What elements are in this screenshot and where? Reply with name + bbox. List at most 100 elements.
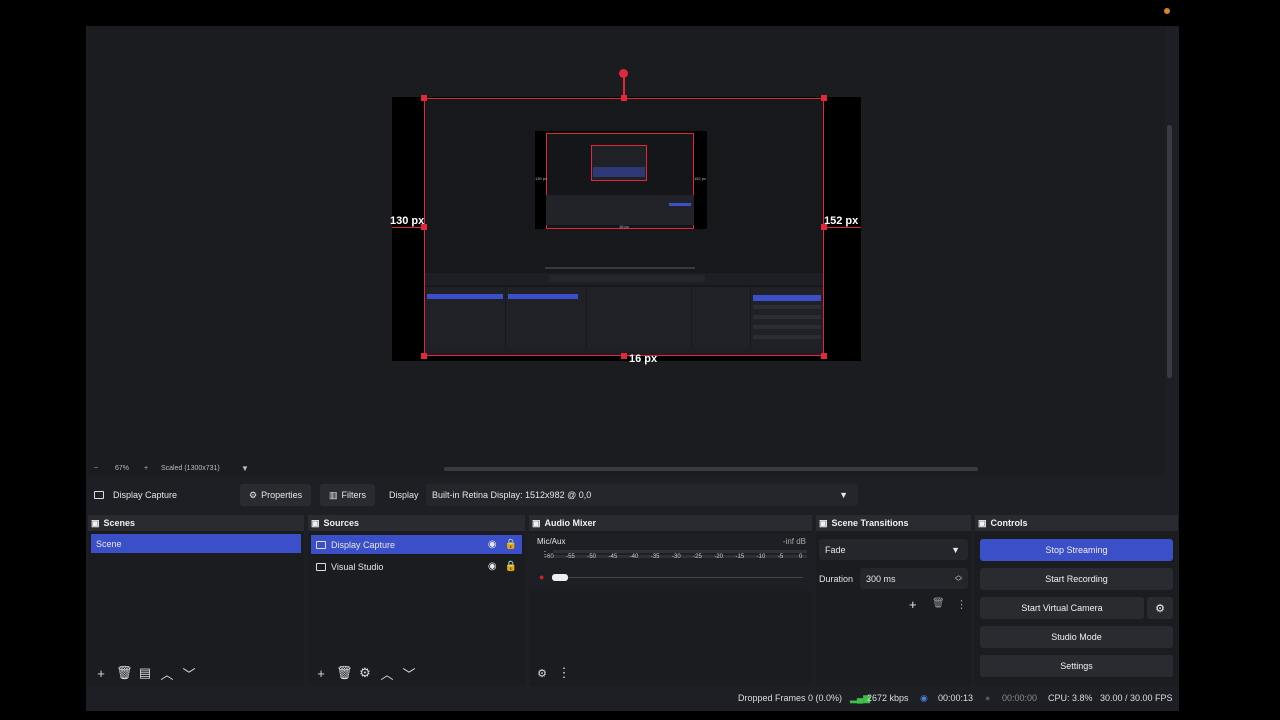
duration-value: 300 ms bbox=[866, 573, 896, 584]
audio-mixer-dock: ▣ Audio Mixer Mic/Aux -inf dB ⋮ -60 -55 -5… bbox=[529, 515, 812, 686]
move-down-icon[interactable]: ﹀ bbox=[402, 664, 416, 683]
transitions-dock-icon: ▣ bbox=[819, 517, 828, 528]
filters-button[interactable]: ▥ Filters bbox=[320, 484, 376, 506]
record-time: 00:00:00 bbox=[1002, 693, 1038, 703]
source-context-bar: Display Capture ⚙ Properties ▥ Filters D… bbox=[88, 480, 1178, 510]
resize-handle-bottom-right[interactable] bbox=[821, 353, 827, 359]
meter-tick-label: -50 bbox=[587, 554, 596, 560]
volume-slider-thumb[interactable] bbox=[552, 574, 568, 581]
remove-scene-icon[interactable]: 🗑 bbox=[116, 665, 133, 681]
captured-stop-streaming bbox=[753, 295, 821, 301]
zoom-in-button[interactable]: + bbox=[144, 465, 148, 472]
meter-tick-label: -40 bbox=[629, 554, 639, 560]
audio-mixer-title: Audio Mixer bbox=[544, 518, 597, 528]
remove-transition-icon[interactable]: 🗑 bbox=[932, 598, 945, 609]
scene-filters-icon[interactable]: ▤ bbox=[138, 665, 152, 681]
captured-source-item bbox=[508, 294, 578, 299]
bitrate: 2672 kbps bbox=[867, 693, 909, 703]
sources-dock-icon: ▣ bbox=[311, 517, 320, 528]
stop-streaming-button[interactable]: Stop Streaming bbox=[980, 539, 1173, 561]
display-capture-source[interactable]: 130 px 152 px 16 px bbox=[424, 98, 824, 356]
preview-vertical-scrollbar[interactable] bbox=[1167, 125, 1172, 378]
move-down-icon[interactable]: ﹀ bbox=[182, 664, 196, 683]
gear-icon: ⚙ bbox=[249, 489, 258, 500]
mixer-menu-icon[interactable]: ⋮ bbox=[557, 665, 571, 681]
meter-tick-label: -5 bbox=[777, 554, 784, 560]
transition-select-value: Fade bbox=[825, 544, 846, 555]
add-scene-icon[interactable]: + bbox=[94, 666, 108, 681]
source-properties-icon[interactable]: ⚙ bbox=[358, 665, 372, 681]
display-label: Display bbox=[389, 490, 419, 500]
resize-handle-bottom-left[interactable] bbox=[421, 353, 427, 359]
start-virtual-camera-button[interactable]: Start Virtual Camera bbox=[980, 597, 1144, 619]
recording-indicator bbox=[1164, 8, 1170, 14]
left-offset-guide bbox=[392, 227, 424, 228]
mute-icon[interactable]: ● bbox=[539, 572, 544, 582]
add-transition-icon[interactable]: + bbox=[909, 597, 917, 612]
resize-handle-top[interactable] bbox=[621, 95, 627, 101]
rotation-handle[interactable] bbox=[619, 69, 628, 78]
controls-title: Controls bbox=[990, 518, 1028, 528]
nested-stream-button bbox=[669, 203, 691, 206]
virtual-camera-settings-icon[interactable]: ⚙ bbox=[1147, 597, 1173, 619]
meter-tick-label: -60 bbox=[545, 554, 554, 560]
scenes-dock-icon: ▣ bbox=[91, 517, 100, 528]
scenes-dock: ▣ Scenes Scene + 🗑 ▤ ︿ ﹀ bbox=[88, 515, 304, 686]
visibility-eye-icon[interactable]: ◉ bbox=[488, 539, 497, 550]
add-source-icon[interactable]: + bbox=[314, 666, 328, 681]
scenes-title: Scenes bbox=[103, 518, 136, 528]
nested-lower-ui bbox=[546, 195, 694, 225]
zoom-level: 67% bbox=[115, 465, 130, 472]
chevron-down-icon: ▼ bbox=[951, 544, 960, 555]
captured-scrollbar bbox=[545, 267, 695, 269]
duration-spinbox[interactable]: 300 ms ︿ ﹀ bbox=[860, 568, 968, 589]
captured-control-row bbox=[753, 315, 821, 319]
meter-tick-label: -10 bbox=[756, 554, 766, 560]
source-item-visual-studio[interactable]: Visual Studio ◉ 🔒 bbox=[311, 557, 522, 576]
captured-display-select bbox=[549, 275, 705, 282]
mixer-toolbar: ⚙ ⋮ bbox=[529, 660, 812, 686]
settings-button[interactable]: Settings bbox=[980, 655, 1173, 677]
zoom-out-button[interactable]: − bbox=[94, 465, 98, 472]
scenes-toolbar: + 🗑 ▤ ︿ ﹀ bbox=[88, 660, 304, 686]
volume-slider-track[interactable] bbox=[553, 577, 803, 578]
meter-tick-label: -55 bbox=[566, 554, 575, 560]
meter-tick-label: -30 bbox=[672, 554, 681, 560]
lock-icon[interactable]: 🔒 bbox=[505, 539, 517, 550]
meter-tick-label: -35 bbox=[650, 554, 660, 560]
transitions-title: Scene Transitions bbox=[831, 518, 909, 528]
sources-toolbar: + 🗑 ⚙ ︿ ﹀ bbox=[308, 660, 525, 686]
monitor-icon bbox=[316, 540, 326, 549]
display-select-value: Built-in Retina Display: 1512x982 @ 0,0 bbox=[432, 490, 592, 500]
move-up-icon[interactable]: ︿ bbox=[160, 664, 174, 683]
properties-button[interactable]: ⚙ Properties bbox=[240, 484, 312, 506]
preview-horizontal-scrollbar[interactable] bbox=[444, 467, 978, 471]
selected-source: Display Capture bbox=[94, 484, 177, 506]
resize-handle-bottom[interactable] bbox=[621, 353, 627, 359]
scale-mode-dropdown-icon[interactable]: ▼ bbox=[241, 464, 249, 473]
studio-mode-button[interactable]: Studio Mode bbox=[980, 626, 1173, 648]
volume-meter bbox=[553, 550, 807, 553]
advanced-audio-icon[interactable]: ⚙ bbox=[535, 667, 549, 680]
nested-left-offset: 130 px bbox=[535, 176, 548, 181]
start-recording-button[interactable]: Start Recording bbox=[980, 568, 1173, 590]
mixer-channel-name: Mic/Aux bbox=[537, 537, 566, 546]
mixer-dock-icon: ▣ bbox=[532, 517, 541, 528]
filters-icon: ▥ bbox=[329, 489, 338, 500]
transition-select[interactable]: Fade ▼ bbox=[819, 539, 968, 560]
chevron-down-icon: ▼ bbox=[839, 490, 848, 500]
transition-menu-icon[interactable]: ⋮ bbox=[956, 598, 967, 611]
source-item-label: Visual Studio bbox=[331, 561, 384, 572]
resize-handle-top-right[interactable] bbox=[821, 95, 827, 101]
lock-icon[interactable]: 🔒 bbox=[505, 561, 517, 572]
spin-arrows-icon[interactable]: ︿ ﹀ bbox=[955, 572, 962, 586]
visibility-eye-icon[interactable]: ◉ bbox=[488, 561, 497, 572]
monitor-icon bbox=[94, 491, 104, 499]
scene-item[interactable]: Scene bbox=[91, 534, 301, 553]
resize-handle-top-left[interactable] bbox=[421, 95, 427, 101]
move-up-icon[interactable]: ︿ bbox=[380, 664, 394, 683]
display-select[interactable]: Built-in Retina Display: 1512x982 @ 0,0 … bbox=[426, 484, 858, 506]
source-item-display-capture[interactable]: Display Capture ◉ 🔒 bbox=[311, 535, 522, 554]
remove-source-icon[interactable]: 🗑 bbox=[336, 665, 353, 681]
nested-inner-docks bbox=[593, 167, 645, 177]
